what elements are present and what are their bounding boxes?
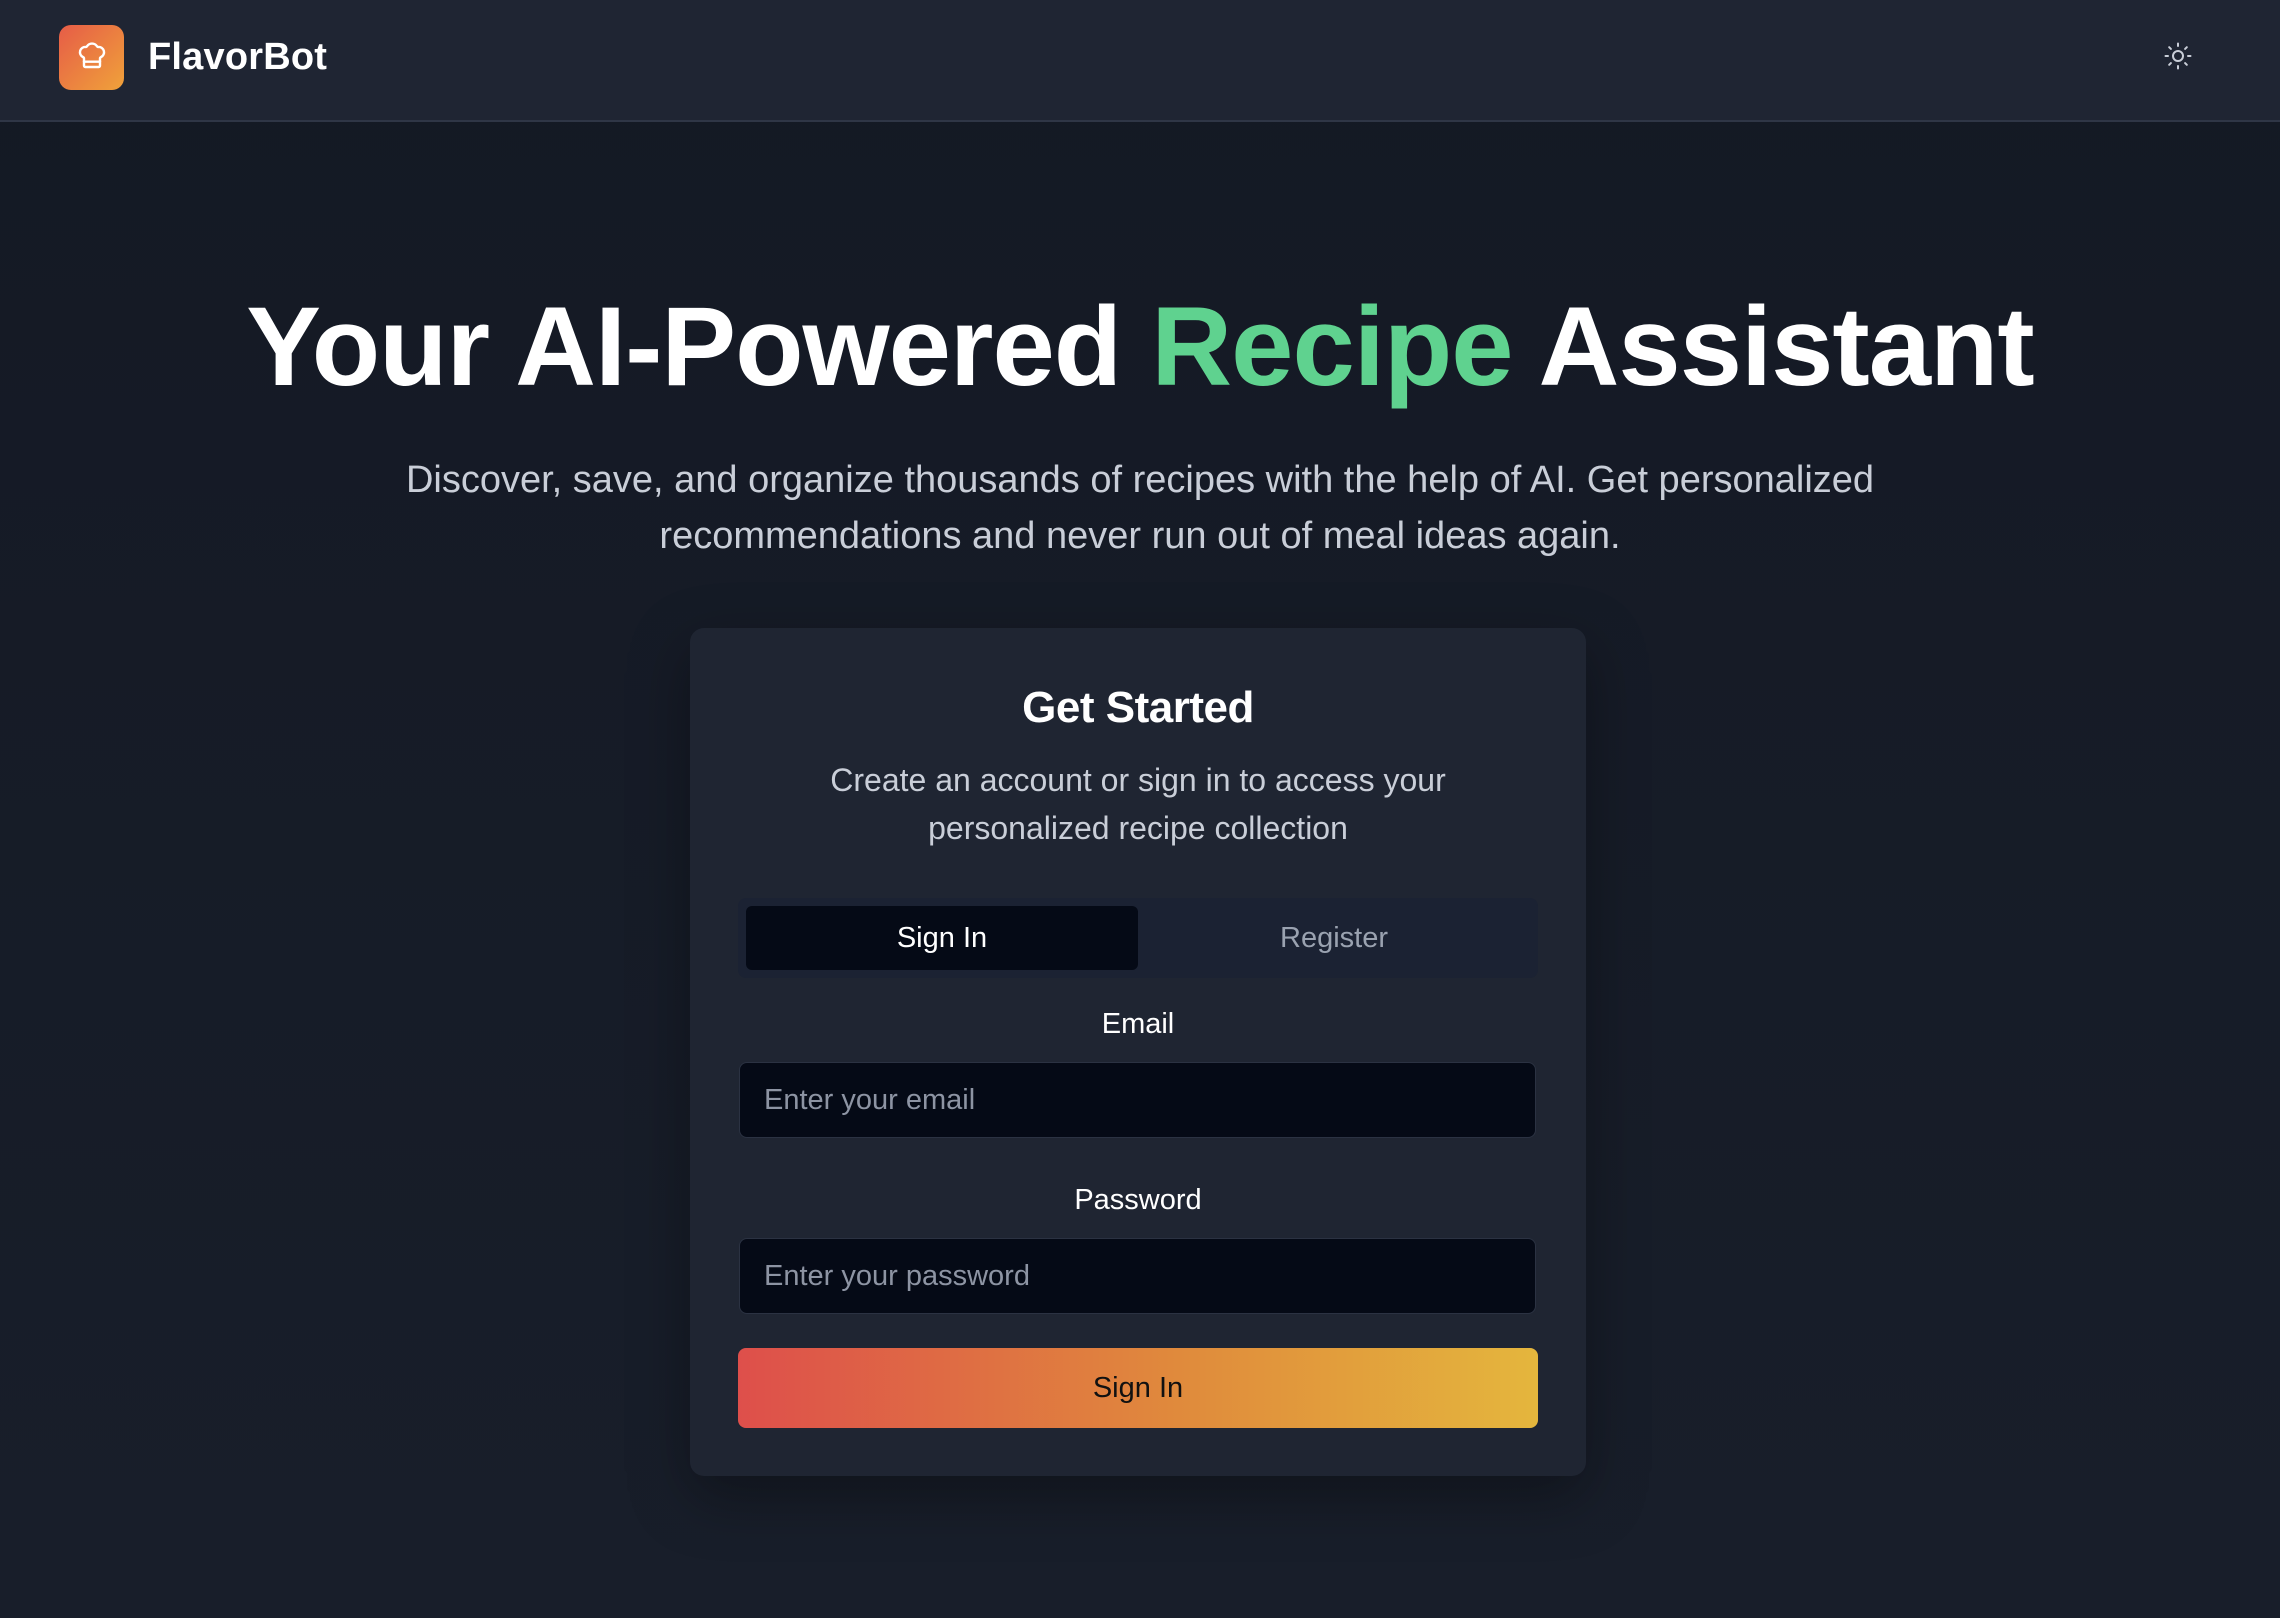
logo[interactable] [59,25,124,90]
auth-card-subtitle: Create an account or sign in to access y… [830,762,1446,846]
tab-sign-in[interactable]: Sign In [746,906,1138,970]
auth-card: Get Started Create an account or sign in… [690,628,1586,1476]
hero-title: Your AI-Powered Recipe Assistant [0,282,2280,412]
email-label: Email [1101,1008,1175,1040]
email-field[interactable] [739,1062,1536,1138]
password-field[interactable] [739,1238,1536,1314]
chef-hat-icon [76,39,108,76]
hero-title-part1: Your AI-Powered [246,284,1152,409]
password-label: Password [1074,1184,1202,1216]
hero-subtitle: Discover, save, and organize thousands o… [405,459,1875,557]
auth-tabs: Sign In Register [738,898,1538,978]
hero-title-accent: Recipe [1151,284,1513,409]
auth-card-title: Get Started [1022,683,1254,732]
brand-name[interactable]: FlavorBot [148,34,327,80]
sun-icon [2163,41,2193,76]
top-navigation-bar: FlavorBot [0,0,2280,122]
theme-toggle-button[interactable] [2158,38,2198,78]
tab-register[interactable]: Register [1138,906,1530,970]
sign-in-button[interactable]: Sign In [738,1348,1538,1428]
hero-title-part2: Assistant [1512,284,2035,409]
